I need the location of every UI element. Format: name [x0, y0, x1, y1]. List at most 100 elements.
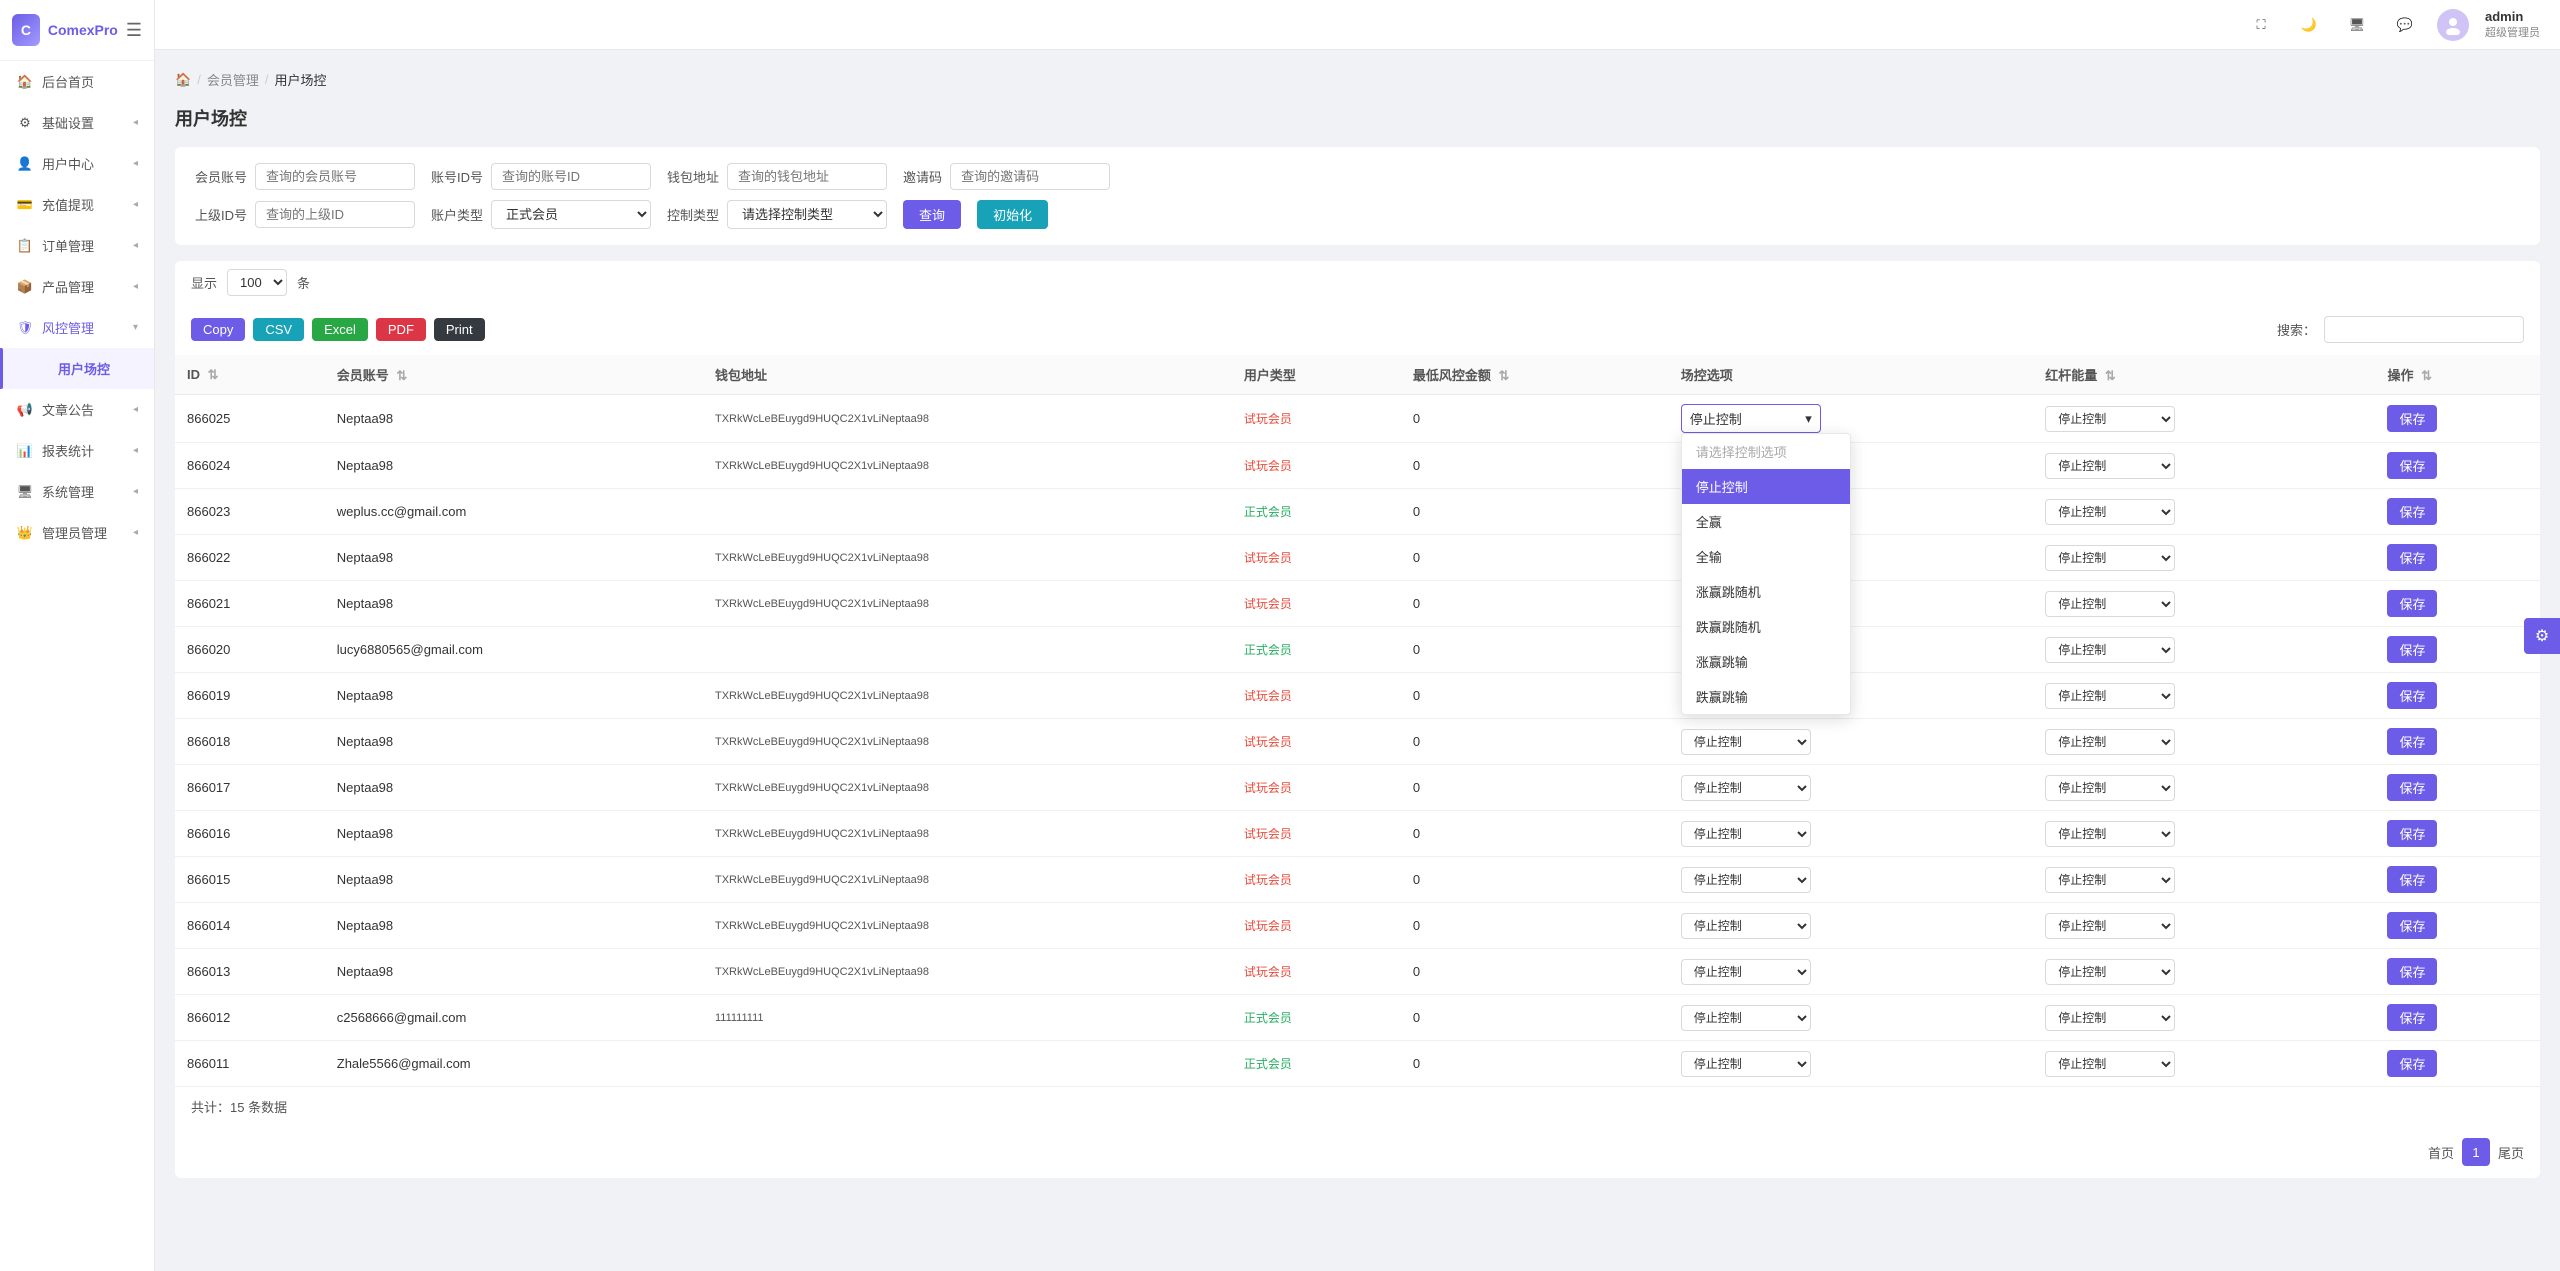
control-select-7[interactable]: 停止控制全赢全输涨赢跳随机跌赢跳随机涨赢跳输跌赢跳输: [1681, 729, 1811, 755]
cell-redbar-9[interactable]: 停止控制全赢全输涨赢跳随机跌赢跳随机涨赢跳输跌赢跳输: [2033, 811, 2375, 857]
col-user-type[interactable]: 用户类型: [1232, 355, 1401, 395]
save-button-11[interactable]: 保存: [2387, 912, 2437, 939]
redbar-select-0[interactable]: 停止控制全赢全输涨赢跳随机跌赢跳随机涨赢跳输跌赢跳输: [2045, 406, 2175, 432]
next-page[interactable]: 尾页: [2498, 1143, 2524, 1162]
redbar-select-1[interactable]: 停止控制全赢全输涨赢跳随机跌赢跳随机涨赢跳输跌赢跳输: [2045, 453, 2175, 479]
control-cell-13[interactable]: 停止控制全赢全输涨赢跳随机跌赢跳随机涨赢跳输跌赢跳输: [1669, 995, 2033, 1041]
control-cell-12[interactable]: 停止控制全赢全输涨赢跳随机跌赢跳随机涨赢跳输跌赢跳输: [1669, 949, 2033, 995]
save-button-5[interactable]: 保存: [2387, 636, 2437, 663]
col-control[interactable]: 场控选项: [1669, 355, 2033, 395]
sidebar-item-report[interactable]: 📊 报表统计 ◂: [0, 430, 154, 471]
redbar-select-8[interactable]: 停止控制全赢全输涨赢跳随机跌赢跳随机涨赢跳输跌赢跳输: [2045, 775, 2175, 801]
sidebar-item-admin-mgmt[interactable]: 👑 管理员管理 ◂: [0, 512, 154, 553]
settings-fab[interactable]: ⚙: [2524, 618, 2560, 654]
monitor-icon[interactable]: 🖥: [2341, 9, 2373, 41]
dropdown-option-全输[interactable]: 全输: [1682, 539, 1850, 574]
cell-redbar-2[interactable]: 停止控制全赢全输涨赢跳随机跌赢跳随机涨赢跳输跌赢跳输: [2033, 489, 2375, 535]
cell-redbar-8[interactable]: 停止控制全赢全输涨赢跳随机跌赢跳随机涨赢跳输跌赢跳输: [2033, 765, 2375, 811]
control-select-11[interactable]: 停止控制全赢全输涨赢跳随机跌赢跳随机涨赢跳输跌赢跳输: [1681, 913, 1811, 939]
prev-page[interactable]: 首页: [2428, 1143, 2454, 1162]
redbar-select-7[interactable]: 停止控制全赢全输涨赢跳随机跌赢跳随机涨赢跳输跌赢跳输: [2045, 729, 2175, 755]
sidebar-item-product-mgmt[interactable]: 📦 产品管理 ◂: [0, 266, 154, 307]
invite-input[interactable]: [950, 163, 1110, 190]
darkmode-icon[interactable]: 🌙: [2293, 9, 2325, 41]
control-select-12[interactable]: 停止控制全赢全输涨赢跳随机跌赢跳随机涨赢跳输跌赢跳输: [1681, 959, 1811, 985]
page-1[interactable]: 1: [2462, 1138, 2490, 1166]
control-cell-14[interactable]: 停止控制全赢全输涨赢跳随机跌赢跳随机涨赢跳输跌赢跳输: [1669, 1041, 2033, 1087]
cell-redbar-12[interactable]: 停止控制全赢全输涨赢跳随机跌赢跳随机涨赢跳输跌赢跳输: [2033, 949, 2375, 995]
sidebar-item-recharge[interactable]: 💳 充值提现 ◂: [0, 184, 154, 225]
reset-button[interactable]: 初始化: [977, 200, 1048, 229]
control-select-8[interactable]: 停止控制全赢全输涨赢跳随机跌赢跳随机涨赢跳输跌赢跳输: [1681, 775, 1811, 801]
fullscreen-icon[interactable]: ⛶: [2245, 9, 2277, 41]
control-cell-8[interactable]: 停止控制全赢全输涨赢跳随机跌赢跳随机涨赢跳输跌赢跳输: [1669, 765, 2033, 811]
copy-button[interactable]: Copy: [191, 318, 245, 341]
hamburger-icon[interactable]: ☰: [126, 20, 142, 41]
cell-redbar-7[interactable]: 停止控制全赢全输涨赢跳随机跌赢跳随机涨赢跳输跌赢跳输: [2033, 719, 2375, 765]
control-cell-10[interactable]: 停止控制全赢全输涨赢跳随机跌赢跳随机涨赢跳输跌赢跳输: [1669, 857, 2033, 903]
csv-button[interactable]: CSV: [253, 318, 304, 341]
save-button-3[interactable]: 保存: [2387, 544, 2437, 571]
wallet-input[interactable]: [727, 163, 887, 190]
save-button-14[interactable]: 保存: [2387, 1050, 2437, 1077]
redbar-select-13[interactable]: 停止控制全赢全输涨赢跳随机跌赢跳随机涨赢跳输跌赢跳输: [2045, 1005, 2175, 1031]
save-button-2[interactable]: 保存: [2387, 498, 2437, 525]
save-button-12[interactable]: 保存: [2387, 958, 2437, 985]
control-type-select[interactable]: 请选择控制类型 停止控制 全赢 全输 涨赢跳随机 跌赢跳随机 涨赢跳输 跌赢跳输: [727, 200, 887, 229]
dropdown-option-跌赢跳输[interactable]: 跌赢跳输: [1682, 679, 1850, 714]
col-account[interactable]: 会员账号 ⇅: [325, 355, 703, 395]
control-cell-11[interactable]: 停止控制全赢全输涨赢跳随机跌赢跳随机涨赢跳输跌赢跳输: [1669, 903, 2033, 949]
cell-redbar-1[interactable]: 停止控制全赢全输涨赢跳随机跌赢跳随机涨赢跳输跌赢跳输: [2033, 443, 2375, 489]
print-button[interactable]: Print: [434, 318, 485, 341]
redbar-select-14[interactable]: 停止控制全赢全输涨赢跳随机跌赢跳随机涨赢跳输跌赢跳输: [2045, 1051, 2175, 1077]
col-red-bar[interactable]: 红杆能量 ⇅: [2033, 355, 2375, 395]
redbar-select-4[interactable]: 停止控制全赢全输涨赢跳随机跌赢跳随机涨赢跳输跌赢跳输: [2045, 591, 2175, 617]
save-button-1[interactable]: 保存: [2387, 452, 2437, 479]
superior-id-input[interactable]: [255, 201, 415, 228]
dropdown-placeholder-0[interactable]: 请选择控制选项: [1682, 434, 1850, 469]
redbar-select-12[interactable]: 停止控制全赢全输涨赢跳随机跌赢跳随机涨赢跳输跌赢跳输: [2045, 959, 2175, 985]
sidebar-item-basic-settings[interactable]: ⚙ 基础设置 ◂: [0, 102, 154, 143]
excel-button[interactable]: Excel: [312, 318, 368, 341]
cell-redbar-10[interactable]: 停止控制全赢全输涨赢跳随机跌赢跳随机涨赢跳输跌赢跳输: [2033, 857, 2375, 903]
cell-redbar-0[interactable]: 停止控制全赢全输涨赢跳随机跌赢跳随机涨赢跳输跌赢跳输: [2033, 395, 2375, 443]
redbar-select-9[interactable]: 停止控制全赢全输涨赢跳随机跌赢跳随机涨赢跳输跌赢跳输: [2045, 821, 2175, 847]
dropdown-option-涨赢跳随机[interactable]: 涨赢跳随机: [1682, 574, 1850, 609]
cell-redbar-3[interactable]: 停止控制全赢全输涨赢跳随机跌赢跳随机涨赢跳输跌赢跳输: [2033, 535, 2375, 581]
col-wallet[interactable]: 钱包地址: [703, 355, 1232, 395]
query-button[interactable]: 查询: [903, 200, 961, 229]
cell-redbar-14[interactable]: 停止控制全赢全输涨赢跳随机跌赢跳随机涨赢跳输跌赢跳输: [2033, 1041, 2375, 1087]
sidebar-item-user-control[interactable]: 用户场控: [0, 348, 154, 389]
display-select[interactable]: 10 25 50 100: [227, 269, 287, 296]
control-select-9[interactable]: 停止控制全赢全输涨赢跳随机跌赢跳随机涨赢跳输跌赢跳输: [1681, 821, 1811, 847]
sidebar-item-user-center[interactable]: 👤 用户中心 ◂: [0, 143, 154, 184]
member-input[interactable]: [255, 163, 415, 190]
redbar-select-5[interactable]: 停止控制全赢全输涨赢跳随机跌赢跳随机涨赢跳输跌赢跳输: [2045, 637, 2175, 663]
control-cell-9[interactable]: 停止控制全赢全输涨赢跳随机跌赢跳随机涨赢跳输跌赢跳输: [1669, 811, 2033, 857]
account-id-input[interactable]: [491, 163, 651, 190]
save-button-6[interactable]: 保存: [2387, 682, 2437, 709]
dropdown-display-0[interactable]: 停止控制 ▾: [1681, 404, 1821, 433]
redbar-select-11[interactable]: 停止控制全赢全输涨赢跳随机跌赢跳随机涨赢跳输跌赢跳输: [2045, 913, 2175, 939]
dropdown-option-跌赢跳随机[interactable]: 跌赢跳随机: [1682, 609, 1850, 644]
cell-redbar-6[interactable]: 停止控制全赢全输涨赢跳随机跌赢跳随机涨赢跳输跌赢跳输: [2033, 673, 2375, 719]
cell-redbar-5[interactable]: 停止控制全赢全输涨赢跳随机跌赢跳随机涨赢跳输跌赢跳输: [2033, 627, 2375, 673]
account-type-select[interactable]: 正式会员 试玩会员: [491, 200, 651, 229]
cell-redbar-13[interactable]: 停止控制全赢全输涨赢跳随机跌赢跳随机涨赢跳输跌赢跳输: [2033, 995, 2375, 1041]
sidebar-item-announcement[interactable]: 📢 文章公告 ◂: [0, 389, 154, 430]
redbar-select-10[interactable]: 停止控制全赢全输涨赢跳随机跌赢跳随机涨赢跳输跌赢跳输: [2045, 867, 2175, 893]
table-search-input[interactable]: [2324, 316, 2524, 343]
sidebar-item-risk-mgmt[interactable]: 🛡 风控管理 ▾: [0, 307, 154, 348]
redbar-select-6[interactable]: 停止控制全赢全输涨赢跳随机跌赢跳随机涨赢跳输跌赢跳输: [2045, 683, 2175, 709]
cell-redbar-4[interactable]: 停止控制全赢全输涨赢跳随机跌赢跳随机涨赢跳输跌赢跳输: [2033, 581, 2375, 627]
cell-redbar-11[interactable]: 停止控制全赢全输涨赢跳随机跌赢跳随机涨赢跳输跌赢跳输: [2033, 903, 2375, 949]
save-button-0[interactable]: 保存: [2387, 405, 2437, 432]
breadcrumb-member-mgmt[interactable]: 会员管理: [207, 70, 259, 89]
col-id[interactable]: ID ⇅: [175, 355, 325, 395]
save-button-9[interactable]: 保存: [2387, 820, 2437, 847]
save-button-8[interactable]: 保存: [2387, 774, 2437, 801]
save-button-4[interactable]: 保存: [2387, 590, 2437, 617]
sidebar-item-system-mgmt[interactable]: 🖥 系统管理 ◂: [0, 471, 154, 512]
save-button-13[interactable]: 保存: [2387, 1004, 2437, 1031]
dropdown-option-停止控制[interactable]: 停止控制: [1682, 469, 1850, 504]
